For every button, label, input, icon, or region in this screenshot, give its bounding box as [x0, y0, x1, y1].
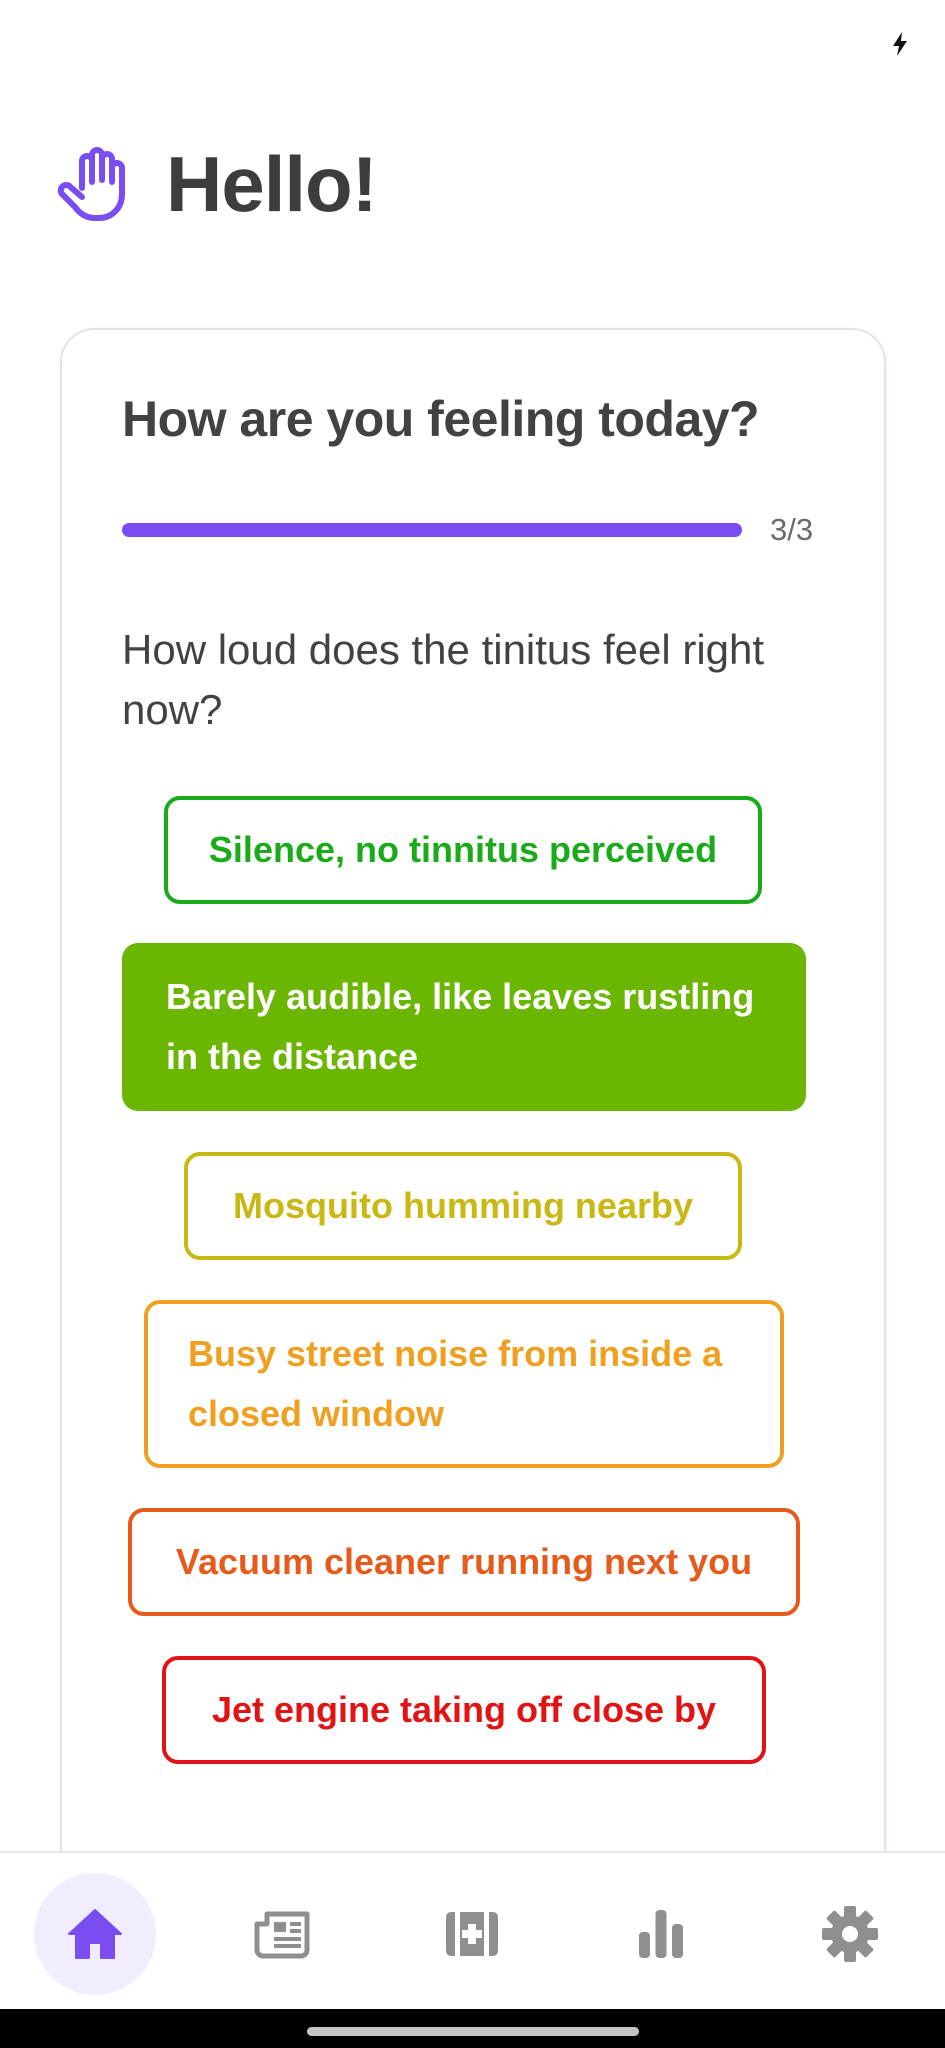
gear-icon	[822, 1906, 878, 1962]
option-barely-audible[interactable]: Barely audible, like leaves rustling in …	[122, 943, 806, 1111]
progress-bar	[122, 523, 742, 537]
option-street-noise[interactable]: Busy street noise from inside a closed w…	[144, 1300, 784, 1468]
charging-bolt-icon	[893, 32, 907, 56]
option-label: Mosquito humming nearby	[232, 1185, 693, 1226]
medical-kit-icon	[446, 1912, 498, 1956]
nav-settings[interactable]	[789, 1873, 911, 1995]
option-jet-engine[interactable]: Jet engine taking off close by	[162, 1656, 766, 1764]
option-label: Vacuum cleaner running next you	[175, 1541, 753, 1582]
card-title: How are you feeling today?	[122, 391, 760, 447]
greeting: Hello!	[56, 134, 378, 234]
nav-home[interactable]	[34, 1873, 156, 1995]
newspaper-icon	[254, 1911, 310, 1959]
mood-check-card: How are you feeling today? 3/3 How loud …	[60, 328, 886, 1868]
nav-news[interactable]	[222, 1873, 344, 1995]
option-label: Barely audible, like leaves rustling in …	[166, 976, 755, 1077]
nav-exercises[interactable]	[411, 1873, 533, 1995]
waving-hand-icon	[57, 147, 125, 221]
gesture-bar	[0, 2009, 945, 2048]
option-label: Jet engine taking off close by	[211, 1689, 717, 1730]
bottom-navigation	[0, 1851, 945, 2009]
option-mosquito[interactable]: Mosquito humming nearby	[184, 1152, 742, 1260]
question-text: How loud does the tinitus feel right now…	[122, 626, 765, 733]
option-vacuum-cleaner[interactable]: Vacuum cleaner running next you	[128, 1508, 800, 1616]
progress-fill	[122, 523, 742, 537]
option-label: Silence, no tinnitus perceived	[208, 829, 718, 870]
nav-statistics[interactable]	[600, 1873, 722, 1995]
status-bar	[0, 0, 945, 80]
greeting-title: Hello!	[166, 139, 378, 228]
bar-chart-icon	[639, 1910, 683, 1958]
home-indicator[interactable]	[307, 2027, 639, 2036]
home-icon	[68, 1909, 122, 1959]
option-silence[interactable]: Silence, no tinnitus perceived	[164, 796, 762, 904]
progress-label: 3/3	[770, 512, 814, 547]
option-label: Busy street noise from inside a closed w…	[188, 1333, 723, 1434]
